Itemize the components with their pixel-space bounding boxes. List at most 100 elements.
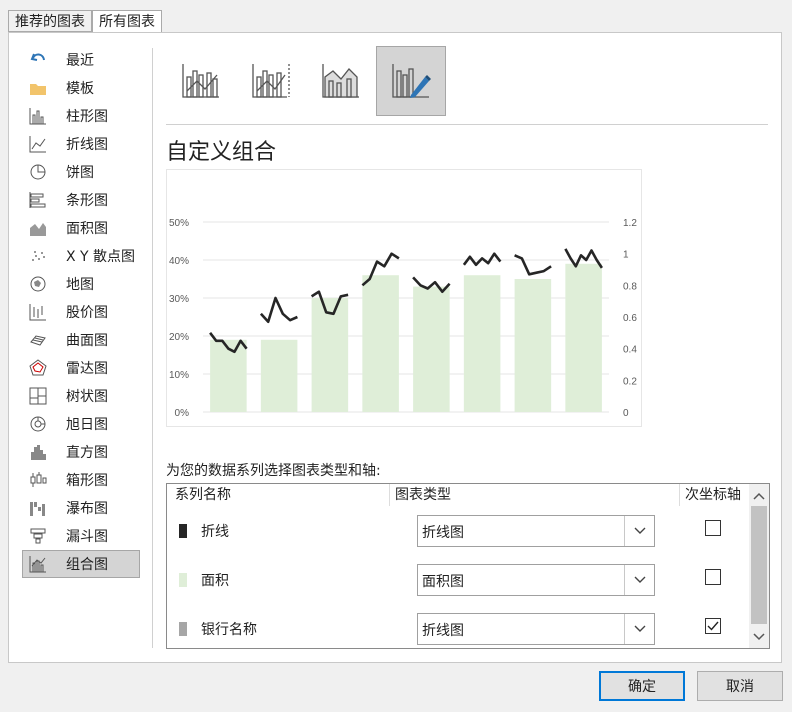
chart-type-value: 面积图 <box>422 574 464 590</box>
clustered-column-line-icon <box>182 64 219 98</box>
divider <box>389 484 390 506</box>
clustered-column-line-secondary-icon <box>252 64 290 98</box>
series-row: 银行名称 折线图 <box>167 606 747 652</box>
sidebar-item-label: 树状图 <box>66 389 108 405</box>
sunburst-chart-icon <box>28 414 48 434</box>
ok-button[interactable]: 确定 <box>599 671 685 701</box>
sidebar-item-label: 直方图 <box>66 445 108 461</box>
sidebar-item-label: 组合图 <box>66 557 108 573</box>
sidebar-item[interactable]: 曲面图 <box>14 326 140 354</box>
y2-tick-label: 0 <box>623 408 629 419</box>
y-tick-label: 40% <box>169 256 189 267</box>
sidebar-item[interactable]: 柱形图 <box>14 102 140 130</box>
recent-icon <box>28 50 48 70</box>
chart-type-select[interactable]: 折线图 <box>417 515 655 547</box>
funnel-chart-icon <box>28 526 48 546</box>
clustered-column-line-secondary-button[interactable] <box>236 46 306 116</box>
sidebar-item-label: X Y 散点图 <box>66 249 136 265</box>
series-line <box>514 254 552 276</box>
bar-chart-icon <box>28 190 48 210</box>
y2-tick-label: 0.4 <box>623 345 637 356</box>
combo-chart-icon <box>28 554 48 574</box>
divider <box>166 124 768 125</box>
sidebar-item[interactable]: 旭日图 <box>14 410 140 438</box>
sidebar-item-label: 雷达图 <box>66 361 108 377</box>
chart-type-select[interactable]: 折线图 <box>417 613 655 645</box>
sidebar-item[interactable]: 折线图 <box>14 130 140 158</box>
sidebar-item[interactable]: 条形图 <box>14 186 140 214</box>
sidebar-item-label: 曲面图 <box>66 333 108 349</box>
chart-type-select[interactable]: 面积图 <box>417 564 655 596</box>
sidebar-item[interactable]: 面积图 <box>14 214 140 242</box>
series-row: 面积 面积图 <box>167 557 747 603</box>
series-line <box>259 296 298 324</box>
chart-type-value: 折线图 <box>422 525 464 541</box>
sidebar-item-label: 最近 <box>66 53 94 69</box>
scroll-up-icon[interactable] <box>749 486 769 506</box>
sidebar-item[interactable]: 漏斗图 <box>14 522 140 550</box>
stock-chart-icon <box>28 302 48 322</box>
sidebar-item[interactable]: 树状图 <box>14 382 140 410</box>
series-line <box>462 252 502 267</box>
radar-chart-icon <box>28 358 48 378</box>
sidebar-item[interactable]: 模板 <box>14 74 140 102</box>
tab-recommended-charts[interactable]: 推荐的图表 <box>8 10 92 32</box>
map-chart-icon <box>28 274 48 294</box>
series-name: 折线 <box>201 524 229 540</box>
custom-combo-icon <box>392 64 431 98</box>
y-tick-label: 30% <box>169 294 189 305</box>
bar <box>260 339 298 412</box>
column-header-chart-type: 图表类型 <box>395 487 451 503</box>
stacked-area-column-button[interactable] <box>306 46 376 116</box>
waterfall-chart-icon <box>28 498 48 518</box>
y2-tick-label: 0.2 <box>623 376 637 387</box>
bar <box>565 263 602 412</box>
sidebar-item[interactable]: 雷达图 <box>14 354 140 382</box>
box-chart-icon <box>28 470 48 490</box>
sidebar-item[interactable]: 地图 <box>14 270 140 298</box>
sidebar-item-label: 箱形图 <box>66 473 108 489</box>
chevron-down-icon[interactable] <box>624 614 654 644</box>
y2-tick-label: 1 <box>623 250 629 261</box>
secondary-axis-checkbox[interactable] <box>705 569 721 585</box>
sidebar-item[interactable]: 饼图 <box>14 158 140 186</box>
sidebar-item[interactable]: 最近 <box>14 46 140 74</box>
vertical-scrollbar[interactable] <box>749 484 769 648</box>
sidebar-item[interactable]: 箱形图 <box>14 466 140 494</box>
clustered-column-line-button[interactable] <box>166 46 236 116</box>
histogram-chart-icon <box>28 442 48 462</box>
sidebar-item[interactable]: 股价图 <box>14 298 140 326</box>
combo-chart: 0% 10% 20% 30% 40% 50% 0 0.2 0.4 0.6 0.8 1 1.2 <box>169 218 637 419</box>
surface-chart-icon <box>28 330 48 350</box>
sidebar-item[interactable]: 瀑布图 <box>14 494 140 522</box>
sidebar-item-label: 股价图 <box>66 305 108 321</box>
bar <box>514 279 552 412</box>
secondary-axis-checkbox[interactable] <box>705 520 721 536</box>
sidebar-item-label: 面积图 <box>66 221 108 237</box>
chevron-down-icon[interactable] <box>624 565 654 595</box>
series-grid: 系列名称 图表类型 次坐标轴 折线 折线图 面积 面积图 银行名称 折线图 <box>166 483 770 649</box>
custom-combo-button[interactable] <box>376 46 446 116</box>
bar <box>413 286 450 412</box>
series-name: 银行名称 <box>201 622 257 638</box>
scroll-down-icon[interactable] <box>749 627 769 647</box>
bar <box>362 275 399 412</box>
sidebar-item[interactable]: 直方图 <box>14 438 140 466</box>
tab-all-charts[interactable]: 所有图表 <box>92 10 162 34</box>
chevron-down-icon[interactable] <box>624 516 654 546</box>
sidebar-item[interactable]: 组合图 <box>22 550 140 578</box>
scrollbar-thumb[interactable] <box>751 506 767 624</box>
sidebar-item-label: 饼图 <box>66 165 94 181</box>
sidebar-item-label: 柱形图 <box>66 109 108 125</box>
column-header-series-name: 系列名称 <box>175 487 231 503</box>
series-swatch <box>179 622 187 636</box>
secondary-axis-checkbox[interactable] <box>705 618 721 634</box>
y2-tick-label: 0.6 <box>623 313 637 324</box>
sidebar-item[interactable]: X Y 散点图 <box>14 242 140 270</box>
sidebar-item-label: 旭日图 <box>66 417 108 433</box>
sidebar-item-label: 瀑布图 <box>66 501 108 517</box>
bar <box>311 298 349 412</box>
cancel-button[interactable]: 取消 <box>697 671 783 701</box>
chart-category-list: 最近模板柱形图折线图饼图条形图面积图 X Y 散点图地图股价图曲面图雷达图树状图旭… <box>14 46 140 578</box>
checkmark-icon <box>707 621 719 631</box>
